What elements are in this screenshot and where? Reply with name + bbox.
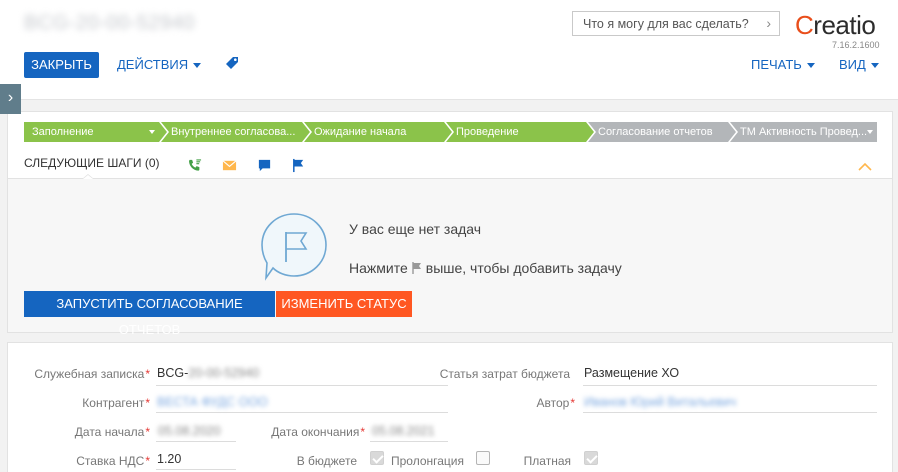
start-approval-button[interactable]: ЗАПУСТИТЬ СОГЛАСОВАНИЕ ОТЧЕТОВ	[24, 291, 275, 337]
version-label: 7.16.2.1600	[832, 40, 880, 50]
view-menu-button[interactable]: ВИД	[839, 57, 879, 72]
caret-down-icon[interactable]	[149, 130, 155, 134]
empty-tasks-illustration	[261, 213, 327, 281]
memo-value-prefix: BCG-	[157, 366, 189, 380]
stage-label: Согласование отчетов	[598, 126, 713, 138]
required-marker: *	[145, 396, 150, 410]
chevron-right-icon: ›	[7, 89, 14, 106]
required-marker: *	[145, 454, 150, 468]
in-budget-checkbox[interactable]	[370, 451, 384, 465]
budget-item-field[interactable]: Размещение ХО	[584, 366, 679, 380]
actions-menu-button[interactable]: ДЕЙСТВИЯ	[117, 57, 202, 72]
chevron-down-icon	[806, 63, 815, 69]
in-budget-label: В бюджете	[296, 454, 357, 468]
command-search-input[interactable]: Что я могу для вас сделать? ›	[572, 11, 780, 36]
stage-item[interactable]: Ожидание начала	[304, 122, 452, 142]
vat-label-text: Ставка НДС	[76, 454, 145, 468]
caret-down-icon[interactable]	[867, 130, 873, 134]
stage-item[interactable]: Согласование отчетов	[588, 122, 736, 142]
memo-field[interactable]: BCG-20-00-52940	[157, 366, 259, 380]
print-menu-button[interactable]: ПЕЧАТЬ	[751, 57, 815, 72]
tab-indicator-fill	[83, 175, 93, 179]
start-date-field[interactable]: 05.08.2020	[158, 424, 221, 438]
view-label: ВИД	[839, 57, 866, 72]
author-field[interactable]: Иванов Юрий Витальевич	[584, 395, 736, 409]
empty-tasks-title: У вас еще нет задач	[349, 221, 482, 237]
stage-item[interactable]: Заполнение	[24, 122, 167, 142]
memo-label: Служебная записка*	[20, 367, 150, 381]
budget-item-label: Статья затрат бюджета	[439, 367, 570, 381]
flag-icon[interactable]	[291, 158, 306, 173]
close-button[interactable]: ЗАКРЫТЬ	[24, 52, 99, 78]
chevron-down-icon	[193, 63, 202, 69]
next-steps-tab[interactable]: СЛЕДУЮЩИЕ ШАГИ (0)	[24, 156, 160, 170]
memo-value-hidden: 20-00-52940	[188, 366, 260, 380]
field-underline	[370, 441, 448, 442]
stage-label: ТМ Активность Провед...	[740, 126, 868, 138]
stage-label: Внутреннее согласова...	[171, 126, 296, 138]
paid-install-checkbox[interactable]	[584, 451, 598, 465]
start-date-label: Дата начала*	[20, 425, 150, 439]
hint-text-before: Нажмите	[349, 260, 408, 276]
creatio-logo: Creatio	[795, 10, 876, 40]
required-marker: *	[570, 396, 575, 410]
stage-item[interactable]: Внутреннее согласова...	[161, 122, 310, 142]
hint-text-after: выше, чтобы добавить задачу	[425, 260, 622, 276]
print-label: ПЕЧАТЬ	[751, 57, 802, 72]
field-underline	[156, 469, 236, 470]
chevron-up-icon[interactable]	[858, 162, 872, 172]
paid-install-label: Платная установка	[515, 454, 571, 472]
flag-icon	[412, 262, 421, 274]
end-date-label: Дата окончания*	[240, 425, 365, 439]
envelope-icon[interactable]	[222, 158, 237, 173]
memo-label-text: Служебная записка	[34, 367, 145, 381]
start-date-label-text: Дата начала	[74, 425, 145, 439]
counterparty-field[interactable]: ВЕСТА ФУДС ООО	[157, 395, 268, 409]
stage-label: Заполнение	[32, 126, 94, 138]
record-title: BCG-20-00-52940	[24, 12, 195, 34]
field-underline	[156, 385, 448, 386]
chevron-right-icon[interactable]: ›	[766, 15, 771, 31]
prolongation-label: Пролонгация	[390, 454, 464, 468]
actions-label: ДЕЙСТВИЯ	[117, 57, 189, 72]
stage-label: Проведение	[456, 126, 519, 138]
stage-progress-bar: Заполнение Внутреннее согласова... Ожида…	[24, 122, 877, 142]
page-header: BCG-20-00-52940 Что я могу для вас сдела…	[0, 0, 898, 100]
stage-label: Ожидание начала	[314, 126, 407, 138]
sidebar-expand-button[interactable]: ›	[0, 84, 21, 114]
field-underline	[156, 412, 448, 413]
field-underline	[583, 385, 877, 386]
counterparty-label: Контрагент*	[20, 396, 150, 410]
phone-icon[interactable]	[187, 158, 202, 173]
field-underline	[156, 441, 236, 442]
stage-item[interactable]: ТМ Активность Провед...	[730, 122, 877, 142]
search-placeholder: Что я могу для вас сделать?	[583, 17, 749, 31]
required-marker: *	[145, 367, 150, 381]
empty-tasks-hint: Нажмите выше, чтобы добавить задачу	[349, 260, 622, 276]
change-status-button[interactable]: ИЗМЕНИТЬ СТАТУС	[276, 291, 412, 317]
required-marker: *	[145, 425, 150, 439]
chat-icon[interactable]	[257, 158, 272, 173]
author-label-text: Автор	[536, 396, 570, 410]
vat-label: Ставка НДС*	[20, 454, 150, 468]
tag-icon[interactable]	[224, 55, 240, 71]
end-date-field[interactable]: 05.08.2021	[372, 424, 435, 438]
field-underline	[583, 412, 877, 413]
required-marker: *	[360, 425, 365, 439]
end-date-label-text: Дата окончания	[271, 425, 360, 439]
counterparty-label-text: Контрагент	[82, 396, 145, 410]
vat-field[interactable]: 1.20	[157, 452, 181, 466]
chevron-down-icon	[870, 63, 879, 69]
author-label: Автор*	[440, 396, 576, 410]
stage-item[interactable]: Проведение	[446, 122, 594, 142]
